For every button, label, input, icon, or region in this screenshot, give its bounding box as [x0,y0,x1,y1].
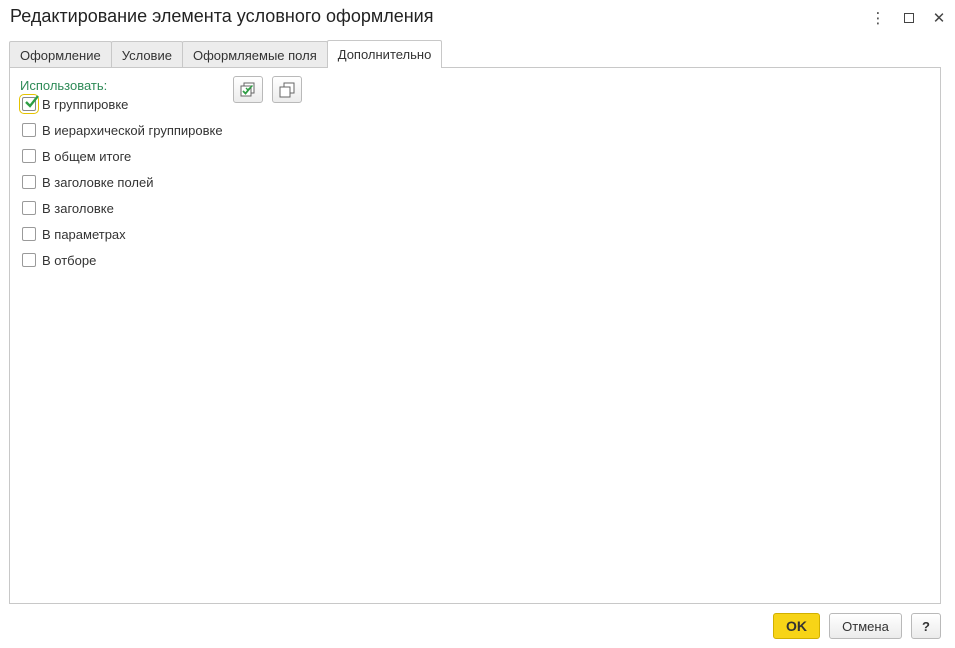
ok-button[interactable]: OK [773,613,820,639]
uncheck-all-button[interactable] [272,76,302,103]
checkbox-checked[interactable] [19,94,39,114]
option-in-header[interactable]: В заголовке [22,199,114,217]
dialog-window: Редактирование элемента условного оформл… [0,0,955,648]
option-label: В заголовке [42,200,114,216]
option-in-grand-total[interactable]: В общем итоге [22,147,131,165]
tab-panel-additional: Использовать: В группировке В иерархичес… [9,67,941,604]
more-actions-icon[interactable]: ⋮ [867,7,889,29]
checkbox[interactable] [22,201,36,215]
checkbox[interactable] [22,227,36,241]
option-label: В группировке [42,96,129,112]
option-label: В общем итоге [42,148,132,164]
help-button[interactable]: ? [911,613,941,639]
checkbox[interactable] [22,149,36,163]
tab-bar: Оформление Условие Оформляемые поля Допо… [9,40,443,68]
tab-appearance[interactable]: Оформление [9,41,112,68]
option-in-filter[interactable]: В отборе [22,251,96,269]
option-label: В параметрах [42,226,126,242]
maximize-icon[interactable] [898,7,920,29]
option-label: В иерархической группировке [42,122,223,138]
cancel-button[interactable]: Отмена [829,613,902,639]
option-in-grouping[interactable]: В группировке [19,94,129,114]
checkbox[interactable] [22,253,36,267]
tab-formatted-fields[interactable]: Оформляемые поля [181,41,328,68]
checkmark-icon [25,95,39,108]
dialog-title: Редактирование элемента условного оформл… [10,6,434,26]
checkbox[interactable] [22,123,36,137]
use-label: Использовать: [20,78,108,93]
check-all-button[interactable] [233,76,263,103]
tab-condition[interactable]: Условие [110,41,183,68]
check-all-icon [240,82,255,96]
option-label: В заголовке полей [42,174,154,190]
uncheck-all-icon [279,82,295,97]
option-label: В отборе [42,252,97,268]
close-icon[interactable]: ✕ [928,7,950,29]
option-in-parameters[interactable]: В параметрах [22,225,126,243]
option-in-field-headers[interactable]: В заголовке полей [22,173,153,191]
option-in-hierarchical-grouping[interactable]: В иерархической группировке [22,121,223,139]
checkbox[interactable] [22,175,36,189]
tab-additional[interactable]: Дополнительно [326,40,443,68]
